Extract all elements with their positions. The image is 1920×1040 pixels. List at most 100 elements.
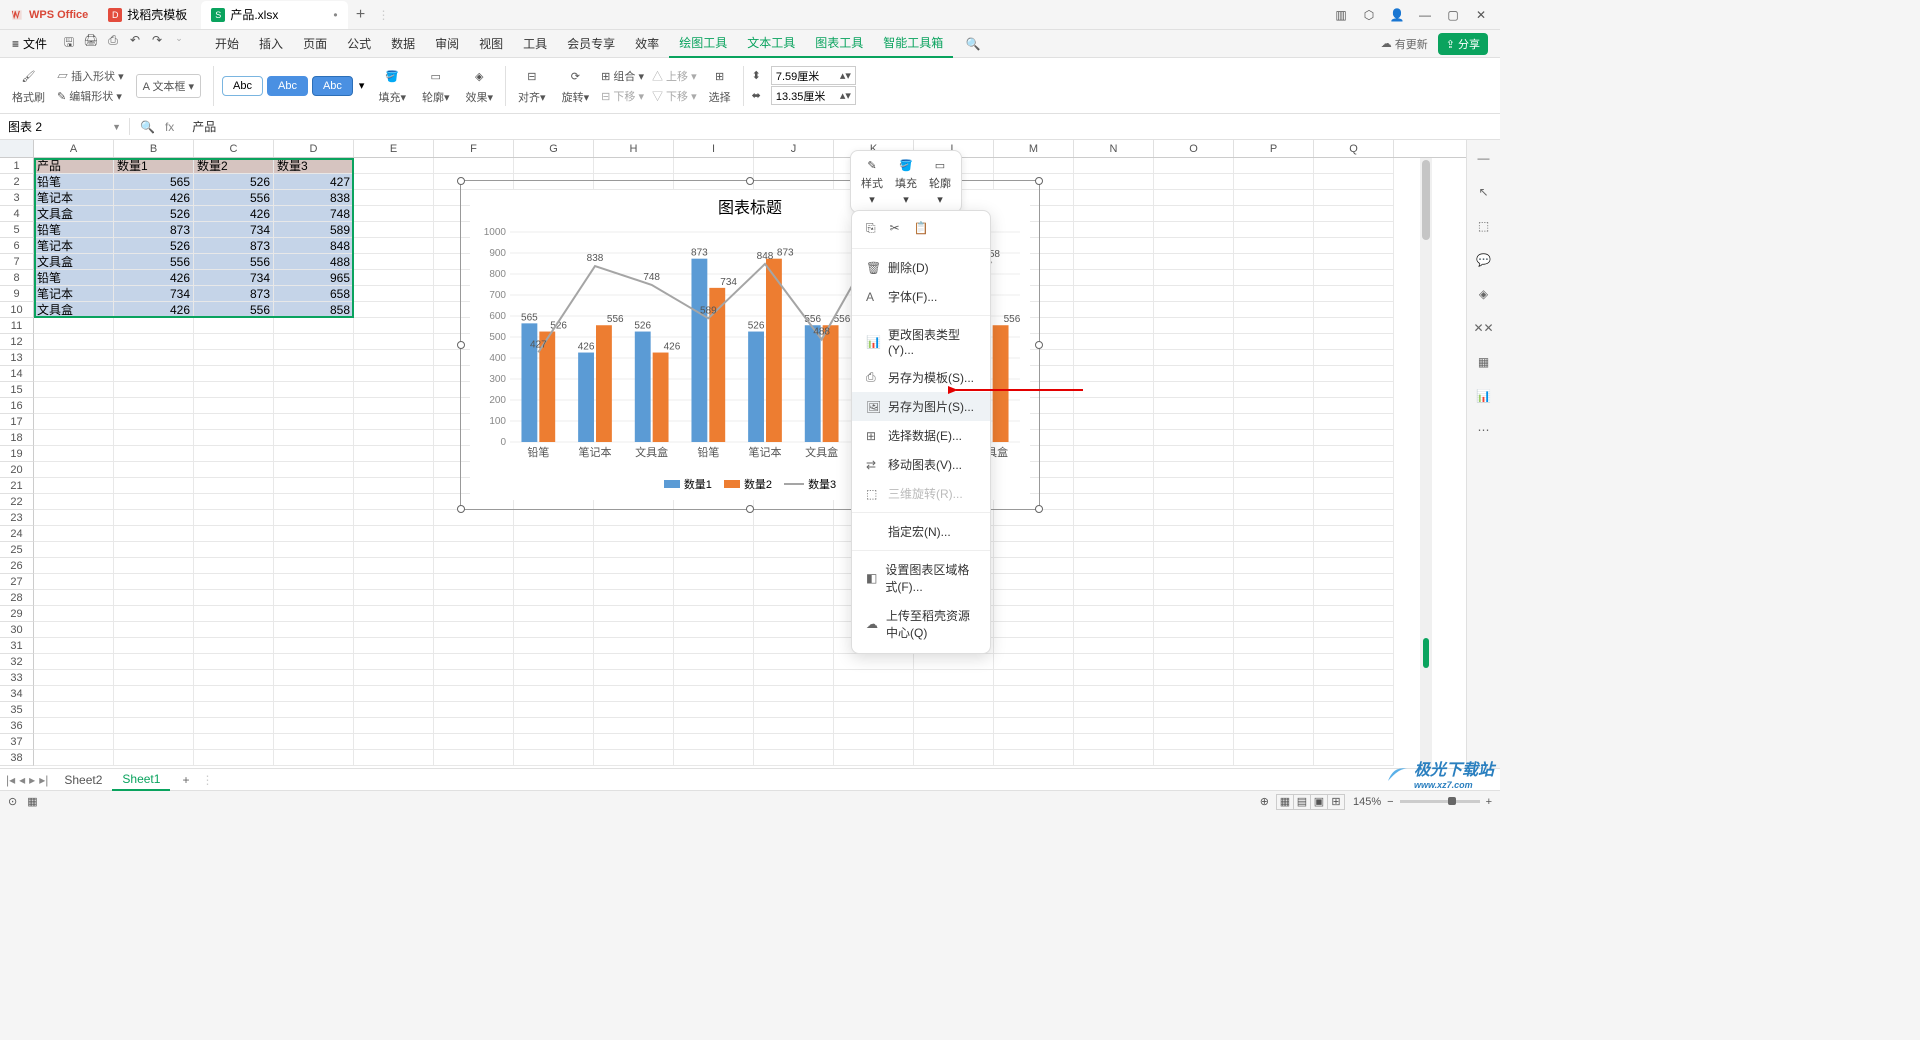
cell[interactable] [754,702,834,718]
cell[interactable] [1154,590,1234,606]
cell[interactable] [354,558,434,574]
cell[interactable] [1314,398,1394,414]
save-icon[interactable]: 🖫 [61,33,77,54]
cell[interactable] [1154,366,1234,382]
cell[interactable] [354,158,434,174]
row-header[interactable]: 14 [0,366,34,382]
ribbon-tab[interactable]: 插入 [249,30,293,58]
cell[interactable] [274,734,354,750]
cell[interactable] [354,206,434,222]
cell[interactable] [194,334,274,350]
cell[interactable] [114,670,194,686]
align-button[interactable]: ⊟对齐▾ [514,67,550,105]
cell[interactable] [594,606,674,622]
cell[interactable] [1234,174,1314,190]
sheet-tab[interactable]: Sheet2 [54,769,112,791]
effect-button[interactable]: ◈效果▾ [462,67,498,105]
row-header[interactable]: 15 [0,382,34,398]
maximize-button[interactable]: ▢ [1440,2,1466,28]
cell[interactable] [1154,238,1234,254]
ribbon-tab[interactable]: 数据 [381,30,425,58]
cell[interactable] [34,654,114,670]
cell[interactable] [1154,734,1234,750]
cell[interactable] [514,606,594,622]
cell[interactable] [514,686,594,702]
cell[interactable]: 铅笔 [34,174,114,190]
cell[interactable] [434,750,514,766]
cell[interactable] [994,734,1074,750]
cell[interactable] [274,750,354,766]
cell[interactable] [1154,542,1234,558]
cell[interactable] [114,574,194,590]
cell[interactable] [34,446,114,462]
cell[interactable] [1314,606,1394,622]
cell[interactable] [274,542,354,558]
cell[interactable] [1074,158,1154,174]
ctx-select-data[interactable]: ⊞选择数据(E)... [852,421,990,450]
cell[interactable] [194,734,274,750]
cell[interactable] [354,478,434,494]
row-header[interactable]: 25 [0,542,34,558]
cell[interactable] [1154,190,1234,206]
sheet-prev[interactable]: ◂ [19,773,25,787]
cell[interactable] [194,718,274,734]
ctx-change-type[interactable]: 📊更改图表类型(Y)... [852,320,990,363]
cell[interactable] [1074,526,1154,542]
cell[interactable] [114,446,194,462]
cell[interactable] [1074,462,1154,478]
name-box[interactable]: 图表 2▼ [0,118,130,135]
cell[interactable] [274,638,354,654]
cell[interactable] [354,286,434,302]
cell[interactable] [1074,510,1154,526]
cell[interactable] [434,158,514,174]
row-header[interactable]: 21 [0,478,34,494]
cell[interactable] [1074,382,1154,398]
cell[interactable] [1154,206,1234,222]
cell[interactable] [594,558,674,574]
cell[interactable] [1314,158,1394,174]
cell[interactable] [514,542,594,558]
cell[interactable] [1314,286,1394,302]
row-header[interactable]: 4 [0,206,34,222]
cell[interactable] [1074,286,1154,302]
cell[interactable] [1314,334,1394,350]
cell[interactable] [1154,350,1234,366]
cell[interactable] [1234,302,1314,318]
cell[interactable] [674,718,754,734]
cell[interactable] [1314,190,1394,206]
cell[interactable] [194,686,274,702]
row-header[interactable]: 34 [0,686,34,702]
cell[interactable] [994,622,1074,638]
cell[interactable] [1314,366,1394,382]
more-icon[interactable]: ⋯ [1474,420,1494,440]
cell[interactable] [914,734,994,750]
cell[interactable] [674,638,754,654]
record-macro-icon[interactable]: ⊙ [8,795,17,808]
cell[interactable] [1154,526,1234,542]
cell[interactable] [434,686,514,702]
cell[interactable]: 589 [274,222,354,238]
cube-icon[interactable]: ⬡ [1356,2,1382,28]
edit-shape[interactable]: ✎ 编辑形状 ▾ [57,88,122,104]
cell[interactable] [274,702,354,718]
cell[interactable] [1074,606,1154,622]
cell[interactable] [754,606,834,622]
search-icon[interactable]: 🔍 [963,34,983,54]
cell[interactable] [194,574,274,590]
cell[interactable] [114,750,194,766]
ribbon-tab[interactable]: 文本工具 [737,30,805,58]
cell[interactable] [1234,190,1314,206]
cell[interactable] [274,414,354,430]
cell[interactable] [594,526,674,542]
cell[interactable]: 873 [194,238,274,254]
cell[interactable] [1234,622,1314,638]
file-menu[interactable]: ≡文件 [6,35,53,52]
cell[interactable] [434,654,514,670]
row-header[interactable]: 6 [0,238,34,254]
cell[interactable]: 488 [274,254,354,270]
col-header[interactable]: I [674,140,754,157]
cell[interactable] [194,510,274,526]
cell[interactable] [1154,302,1234,318]
cell[interactable] [594,718,674,734]
cell[interactable] [994,750,1074,766]
